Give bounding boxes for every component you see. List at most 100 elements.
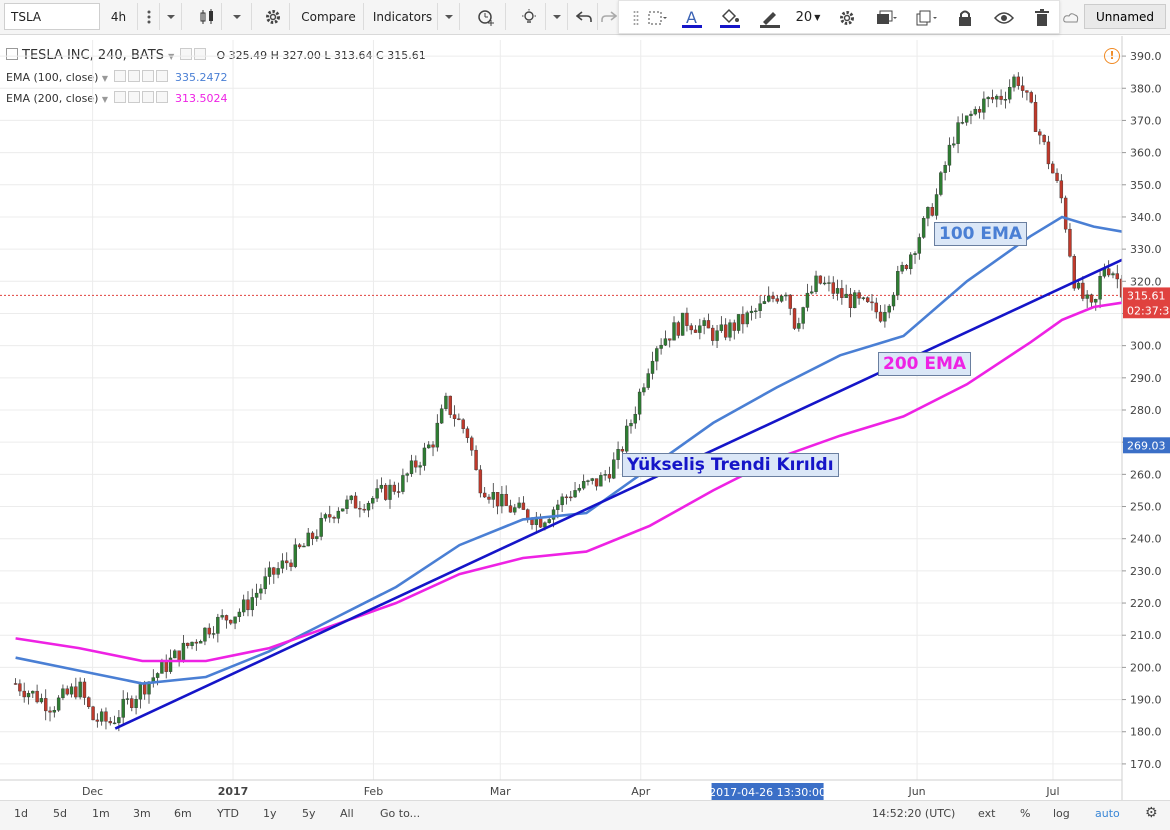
range-button-6m[interactable]: 6m [174,807,192,820]
candle-body [48,710,52,713]
auto-toggle[interactable]: auto [1095,807,1120,820]
layout-name-button[interactable]: Unnamed [1084,4,1166,29]
candle-body [1033,102,1038,132]
candle-body [810,291,814,294]
chart-type-dropdown[interactable] [222,3,252,30]
candle-body [904,264,909,270]
annotation-100-ema[interactable]: 100 EMA [934,222,1028,246]
compare-button[interactable]: Compare [294,3,364,30]
candle-body [405,473,409,476]
candle-body [917,237,922,254]
candle-body [1055,172,1059,181]
ext-toggle[interactable]: ext [978,807,995,820]
eye-icon[interactable] [989,4,1019,31]
candle-body [280,560,285,569]
warning-icon[interactable]: ! [1104,48,1120,64]
candle-body [26,693,31,698]
price-tick-label: 240.0 [1130,533,1162,546]
candle-body [82,681,87,698]
candle-body [831,282,835,294]
candle-body [173,650,177,659]
indicators-dropdown[interactable] [438,3,460,30]
clone-icon[interactable] [909,4,943,31]
range-button-all[interactable]: All [340,807,354,820]
time-axis: Dec2017FebMarAprJunJulAugSep2017-04-26 1… [0,779,1122,800]
range-button-ytd[interactable]: YTD [217,807,239,820]
settings-gear-icon[interactable] [256,3,290,30]
candle-body [61,688,65,699]
candle-body [241,599,246,613]
candle-body [285,560,289,564]
percent-toggle[interactable]: % [1020,807,1030,820]
candle-body [272,567,276,575]
candle-body [13,683,18,685]
candle-body [87,697,91,708]
cloud-icon[interactable] [1060,3,1082,30]
price-tick-label: 180.0 [1130,726,1162,739]
candlestick-icon[interactable] [192,3,222,30]
annotation-200-ema[interactable]: 200 EMA [878,352,972,376]
range-button-3m[interactable]: 3m [133,807,151,820]
goto-button[interactable]: Go to... [380,807,420,820]
range-button-1y[interactable]: 1y [263,807,277,820]
alert-clock-icon[interactable] [466,3,506,30]
price-tick-label: 290.0 [1130,372,1162,385]
candle-body [108,721,112,724]
candle-body [1020,85,1025,91]
candle-body [125,698,130,700]
symbol-input[interactable]: TSLA [4,3,100,30]
ema100-line [15,215,1126,685]
candle-body [788,294,792,309]
ideas-dropdown[interactable] [546,3,568,30]
fill-bucket-icon[interactable] [715,4,745,31]
price-tick-label: 360.0 [1130,147,1162,160]
price-chart[interactable]: 170.0 180.0 190.0 200.0 210.0 220.0 230.0 240.0… [0,36,1170,800]
candle-body [491,492,495,500]
price-tick-label: 190.0 [1130,694,1162,707]
time-tick-label: Dec [82,785,103,798]
candle-body [366,502,371,511]
ema-lines [15,215,1126,685]
chart-properties-gear-icon[interactable]: ⚙ [1145,805,1158,821]
candle-body [771,295,775,299]
candle-body [599,475,603,487]
range-button-5d[interactable]: 5d [53,807,67,820]
candle-body [1089,294,1094,303]
more-vertical-icon[interactable] [138,3,160,30]
candle-body [711,327,715,341]
visual-order-icon[interactable] [869,4,903,31]
candle-body [164,661,168,672]
text-color-icon[interactable]: A [677,4,707,31]
chevron-down-icon[interactable] [160,3,182,30]
indicators-button[interactable]: Indicators [368,3,438,30]
trash-icon[interactable] [1027,4,1057,31]
candle-body [745,312,749,325]
undo-icon[interactable] [570,3,598,30]
price-tick-label: 210.0 [1130,629,1162,642]
line-color-icon[interactable] [755,4,785,31]
log-toggle[interactable]: log [1053,807,1070,820]
candle-body [754,310,758,313]
candle-body [95,719,100,722]
annotation-trend-broken[interactable]: Yükseliş Trendi Kırıldı [622,453,839,477]
candle-body [470,437,474,451]
candle-body [1012,76,1016,88]
frame-icon[interactable] [641,4,675,31]
lock-icon[interactable] [951,4,979,31]
annotation-trend-broken-text: Yükseliş Trendi Kırıldı [627,455,834,475]
interval-selector[interactable]: 4h [100,3,138,30]
candle-body [814,275,818,292]
lightbulb-icon[interactable] [512,3,546,30]
drawing-settings-gear-icon[interactable] [833,4,861,31]
candle-body [276,568,280,575]
range-button-5y[interactable]: 5y [302,807,316,820]
candle-body [870,301,874,304]
candle-body [435,422,440,448]
candle-body [319,518,323,537]
range-button-1m[interactable]: 1m [92,807,110,820]
range-button-1d[interactable]: 1d [14,807,28,820]
candle-body [302,545,306,548]
font-size-selector[interactable]: 20 ▼ [791,4,825,31]
candle-body [581,480,586,489]
redo-icon[interactable] [598,3,620,30]
